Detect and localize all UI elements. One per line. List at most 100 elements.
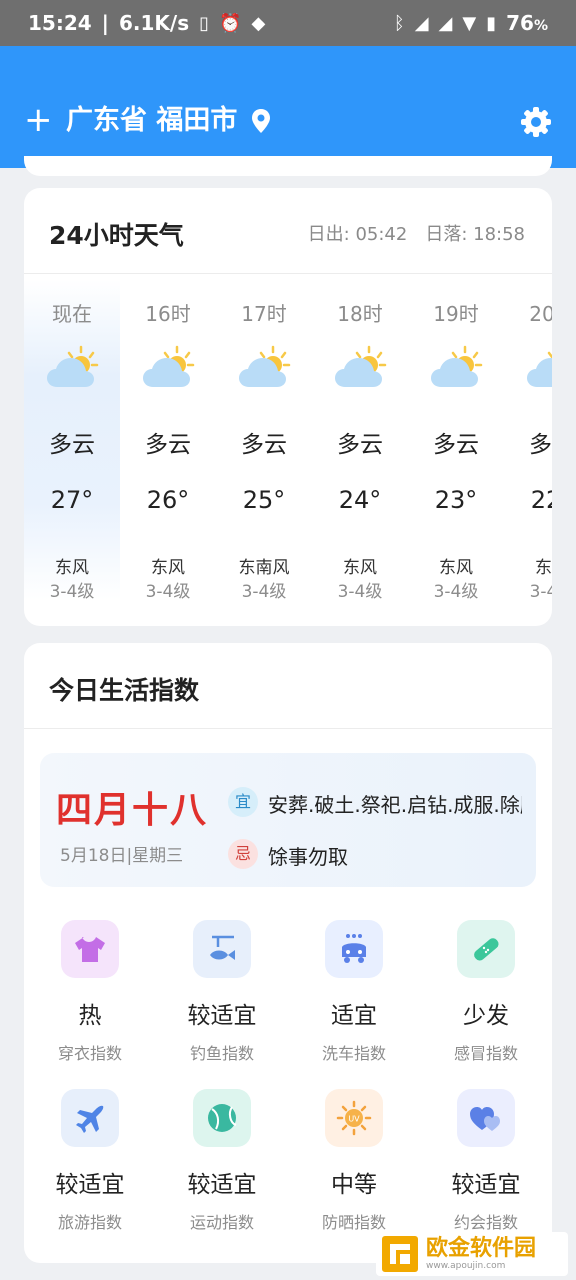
partly-cloudy-icon xyxy=(47,345,99,387)
hour-temperature: 25° xyxy=(242,486,286,514)
hour-wind-level: 3-4级 xyxy=(145,582,191,602)
life-index-item[interactable]: 较适宜 运动指数 xyxy=(156,1089,288,1239)
solar-date: 5月18日|星期三 xyxy=(60,846,184,866)
yi-badge: 宜 xyxy=(228,787,258,817)
hour-time: 18时 xyxy=(337,302,383,326)
hour-wind-direction: 东风 xyxy=(535,558,552,578)
yi-text: 安葬.破土.祭祀.启钻.成服.除服 xyxy=(268,793,522,817)
bandage-icon xyxy=(457,920,515,978)
index-name: 约会指数 xyxy=(453,1213,518,1232)
hour-condition: 多云 xyxy=(529,432,552,458)
hearts-icon xyxy=(457,1089,515,1147)
hour-condition: 多云 xyxy=(241,432,287,458)
hour-temperature: 26° xyxy=(146,486,190,514)
index-value: 较适宜 xyxy=(451,1172,521,1198)
forecast-title: 24小时天气 xyxy=(49,221,184,250)
plane-icon xyxy=(61,1089,119,1147)
location-pin-icon[interactable] xyxy=(250,108,272,134)
index-value: 较适宜 xyxy=(187,1003,257,1029)
vibrate-icon: ▯ xyxy=(199,12,210,34)
index-value: 中等 xyxy=(331,1172,377,1198)
app-header: + 广东省 福田市 xyxy=(0,46,576,168)
index-value: 适宜 xyxy=(331,1003,377,1029)
index-value: 较适宜 xyxy=(55,1172,125,1198)
life-index-item[interactable]: UV 中等 防晒指数 xyxy=(288,1089,420,1239)
network-speed: 6.1K/s xyxy=(118,11,190,35)
index-value: 热 xyxy=(78,1003,102,1029)
hour-temperature: 22° xyxy=(530,486,552,514)
hour-time: 20时 xyxy=(529,302,552,326)
sunset-time: 日落: 18:58 xyxy=(425,224,525,245)
settings-gear-icon[interactable] xyxy=(520,106,552,138)
hour-condition: 多云 xyxy=(433,432,479,458)
uv-sun-icon: UV xyxy=(325,1089,383,1147)
battery-level: 76 xyxy=(506,11,534,35)
hour-time: 16时 xyxy=(145,302,191,326)
hour-wind-direction: 东风 xyxy=(151,558,185,578)
hour-column[interactable]: 现在多云 27° 东风 3-4级 xyxy=(24,280,120,602)
hour-column[interactable]: 19时多云 23° 东风 3-4级 xyxy=(408,280,504,602)
hour-wind-level: 3-4级 xyxy=(241,582,287,602)
sunrise-time: 日出: 05:42 xyxy=(307,224,408,245)
ball-icon xyxy=(193,1089,251,1147)
wifi-icon: ▼ xyxy=(462,12,477,34)
battery-icon: ▮ xyxy=(486,12,497,34)
hour-column[interactable]: 16时多云 26° 东风 3-4级 xyxy=(120,280,216,602)
status-time: 15:24 xyxy=(28,11,92,35)
hourly-list[interactable]: 现在多云 27° 东风 3-4级 16时多云 26° 东风 3-4级 17时多云 25° 东南风 3-… xyxy=(24,280,552,610)
hour-temperature: 23° xyxy=(434,486,478,514)
partly-cloudy-icon xyxy=(239,345,291,387)
hour-wind-direction: 东风 xyxy=(343,558,377,578)
car-wash-icon xyxy=(325,920,383,978)
index-name: 旅游指数 xyxy=(57,1213,122,1232)
hour-wind-direction: 东风 xyxy=(439,558,473,578)
hour-temperature: 24° xyxy=(338,486,382,514)
hour-condition: 多云 xyxy=(49,432,95,458)
almanac-panel[interactable]: 四月十八 5月18日|星期三 宜 安葬.破土.祭祀.启钻.成服.除服 忌 馀事勿… xyxy=(40,753,536,887)
status-separator: | xyxy=(101,11,109,35)
hour-wind-direction: 东南风 xyxy=(238,558,290,578)
watermark-sub: www.apoujin.com xyxy=(426,1261,506,1271)
life-index-item[interactable]: 热穿衣指数 xyxy=(24,920,156,1070)
hour-wind-level: 3-4级 xyxy=(337,582,383,602)
app-icon: ◆ xyxy=(251,12,266,34)
index-name: 感冒指数 xyxy=(453,1044,518,1063)
battery-unit: % xyxy=(533,18,548,34)
hour-temperature: 27° xyxy=(50,486,94,514)
watermark-text: 欧金软件园 xyxy=(426,1236,537,1261)
life-index-item[interactable]: 较适宜 约会指数 xyxy=(420,1089,552,1239)
hour-wind-direction: 东风 xyxy=(55,558,89,578)
hour-time: 17时 xyxy=(241,302,287,326)
hour-condition: 多云 xyxy=(337,432,383,458)
index-value: 少发 xyxy=(463,1003,509,1029)
index-name: 穿衣指数 xyxy=(57,1044,122,1063)
index-name: 洗车指数 xyxy=(321,1044,386,1063)
shirt-icon xyxy=(61,920,119,978)
bluetooth-icon: ᛒ xyxy=(393,12,405,34)
index-value: 较适宜 xyxy=(187,1172,257,1198)
status-bar: 15:24 | 6.1K/s ▯ ⏰ ◆ ᛒ ◢ ◢ ▼ ▮ 76% xyxy=(0,0,576,46)
location-title[interactable]: 广东省 福田市 xyxy=(66,106,237,136)
life-index-item[interactable]: 较适宜 钓鱼指数 xyxy=(156,920,288,1070)
life-index-item[interactable]: 适宜 洗车指数 xyxy=(288,920,420,1070)
svg-text:UV: UV xyxy=(348,1115,360,1124)
life-index-item[interactable]: 较适宜 旅游指数 xyxy=(24,1089,156,1239)
life-index-item[interactable]: 少发 感冒指数 xyxy=(420,920,552,1070)
hour-time: 19时 xyxy=(433,302,479,326)
life-title: 今日生活指数 xyxy=(49,676,200,705)
partly-cloudy-icon xyxy=(335,345,387,387)
previous-card-edge xyxy=(24,156,552,176)
hour-wind-level: 3-4级 xyxy=(433,582,479,602)
hour-column[interactable]: 20时多云 22° 东风 3-4级 xyxy=(504,280,552,602)
watermark-logo-icon xyxy=(382,1236,418,1272)
divider xyxy=(24,728,552,729)
life-index-card: 今日生活指数 四月十八 5月18日|星期三 宜 安葬.破土.祭祀.启钻.成服.除… xyxy=(24,643,552,1263)
hour-column[interactable]: 17时多云 25° 东南风 3-4级 xyxy=(216,280,312,602)
hourly-forecast-card: 24小时天气 日出: 05:42 日落: 18:58 现在多云 27° 东风 3-4级… xyxy=(24,188,552,626)
hour-time: 现在 xyxy=(52,302,92,326)
hour-wind-level: 3-4级 xyxy=(49,582,95,602)
hour-wind-level: 3-4级 xyxy=(529,582,552,602)
hour-condition: 多云 xyxy=(145,432,191,458)
hour-column[interactable]: 18时多云 24° 东风 3-4级 xyxy=(312,280,408,602)
add-city-button[interactable]: + xyxy=(24,103,53,137)
